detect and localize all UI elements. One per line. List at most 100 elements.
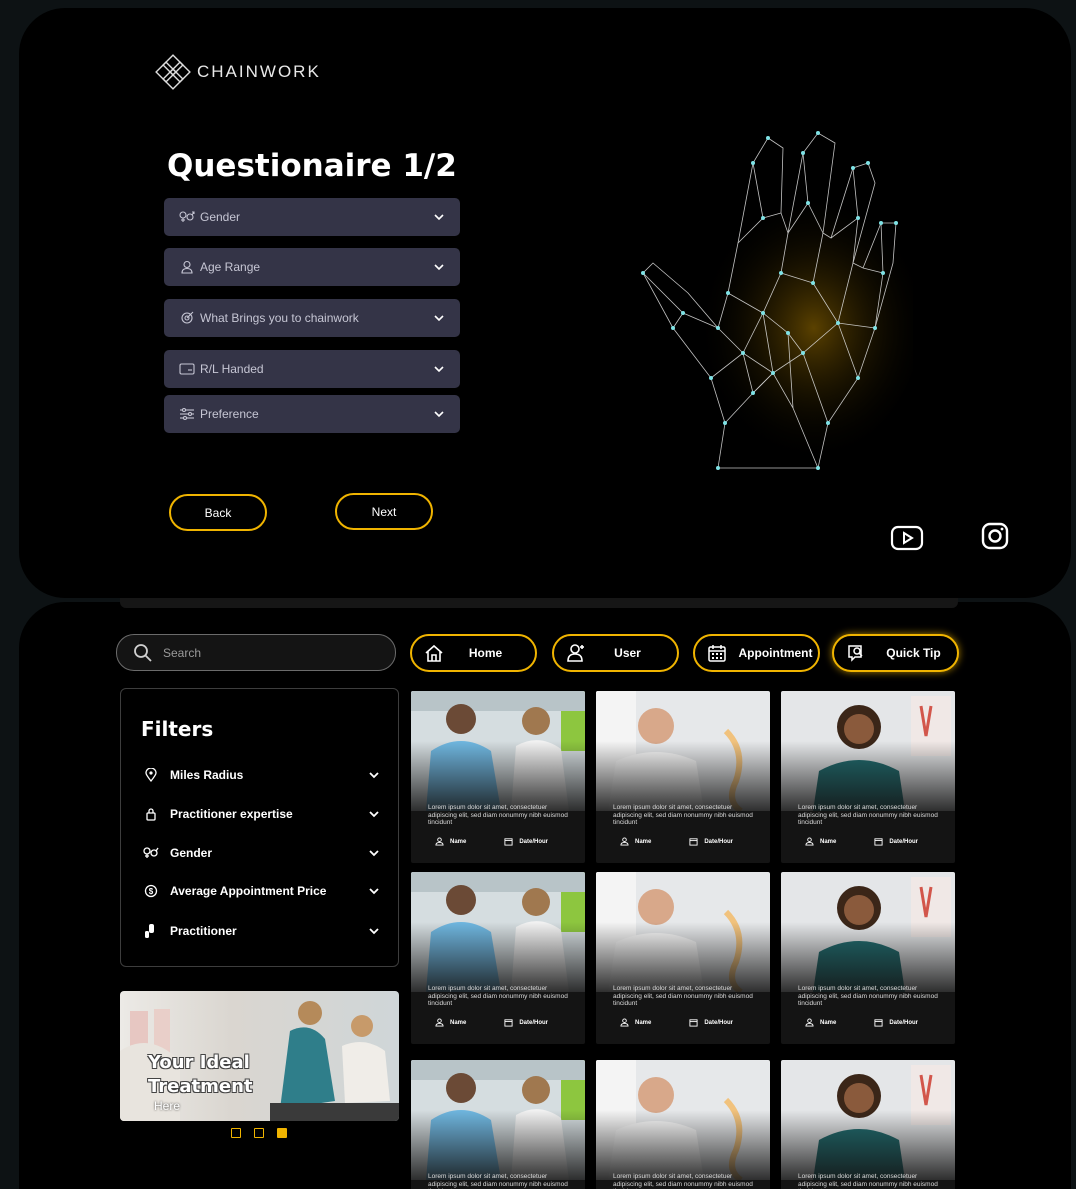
card-name: Name [435,1018,466,1027]
promo-banner[interactable]: Your Ideal Treatment Here [120,991,399,1121]
carousel-dot-active[interactable] [277,1128,287,1138]
filter-miles-radius[interactable]: Miles Radius [141,767,381,783]
sliders-icon [178,405,196,423]
quick-tip-button[interactable]: Quick Tip [832,634,959,672]
gender-select[interactable]: Gender [164,198,460,236]
home-button[interactable]: Home [410,634,537,672]
instagram-icon[interactable] [977,518,1013,554]
filter-label: Practitioner expertise [170,807,293,821]
card-description: Lorem ipsum dolor sit amet, consectetuer… [428,1173,568,1189]
card-meta: Name Date/Hour [435,837,565,846]
carousel-dot[interactable] [254,1128,264,1138]
card-meta: Name Date/Hour [620,837,750,846]
chevron-down-icon [369,772,379,779]
filter-gender[interactable]: Gender [141,845,381,861]
carousel-dot[interactable] [231,1128,241,1138]
user-icon [805,837,814,846]
filters-title: Filters [141,717,214,741]
back-button[interactable]: Back [169,494,267,531]
user-label: User [614,646,641,660]
chainwork-logo-icon [155,54,191,90]
calendar-icon [504,838,513,846]
card-date: Date/Hour [504,837,548,846]
card-description: Lorem ipsum dolor sit amet, consectetuer… [613,985,753,1007]
user-icon [620,837,629,846]
chevron-down-icon [434,315,444,322]
practitioner-card[interactable]: Lorem ipsum dolor sit amet, consectetuer… [411,691,585,863]
practitioner-icon [141,923,161,939]
practitioner-card[interactable]: Lorem ipsum dolor sit amet, consectetuer… [781,1060,955,1189]
card-date: Date/Hour [874,1018,918,1027]
practitioner-card[interactable]: Lorem ipsum dolor sit amet, consectetuer… [596,691,770,863]
gender-icon [141,845,161,861]
card-name-label: Name [820,838,837,845]
user-icon [805,1018,814,1027]
card-name-label: Name [635,1019,652,1026]
card-date-label: Date/Hour [704,1019,734,1026]
user-button[interactable]: User [552,634,679,672]
preference-label: Preference [200,407,259,421]
card-name-label: Name [450,838,467,845]
handedness-select[interactable]: R/L Handed [164,350,460,388]
tip-icon [848,645,863,662]
practitioner-card[interactable]: Lorem ipsum dolor sit amet, consectetuer… [596,1060,770,1189]
card-meta: Name Date/Hour [435,1018,565,1027]
location-icon [141,767,161,783]
home-label: Home [468,646,503,660]
next-button[interactable]: Next [335,493,433,530]
user-icon [620,1018,629,1027]
practitioner-card[interactable]: Lorem ipsum dolor sit amet, consectetuer… [596,872,770,1044]
appointment-button[interactable]: Appointment [693,634,820,672]
lock-icon [141,806,161,822]
chevron-down-icon [434,366,444,373]
card-name: Name [435,837,466,846]
card-description: Lorem ipsum dolor sit amet, consectetuer… [613,804,753,826]
carousel-dots [231,1128,287,1138]
card-description: Lorem ipsum dolor sit amet, consectetuer… [428,804,568,826]
chevron-down-icon [434,264,444,271]
preference-select[interactable]: Preference [164,395,460,433]
card-name: Name [805,837,836,846]
youtube-icon[interactable] [889,520,925,556]
card-date: Date/Hour [504,1018,548,1027]
questionnaire-panel: CHAINWORK Questionaire 1/2 Gender Age Ra… [19,8,1071,598]
user-icon [435,1018,444,1027]
user-icon [178,258,196,276]
card-description: Lorem ipsum dolor sit amet, consectetuer… [798,804,938,826]
filter-average-price[interactable]: $ Average Appointment Price [141,883,381,899]
promo-line-2: Treatment [148,1076,253,1097]
reason-select[interactable]: What Brings you to chainwork [164,299,460,337]
card-date: Date/Hour [689,1018,733,1027]
card-date-label: Date/Hour [889,1019,919,1026]
gender-label: Gender [200,210,241,224]
card-date-label: Date/Hour [889,838,919,845]
calendar-icon [708,645,726,662]
search-input[interactable]: Search [116,634,396,671]
filter-practitioner-expertise[interactable]: Practitioner expertise [141,806,381,822]
hand-illustration [613,123,923,483]
user-icon [435,837,444,846]
age-range-select[interactable]: Age Range [164,248,460,286]
card-name: Name [620,837,651,846]
filter-practitioner[interactable]: Practitioner [141,923,381,939]
chevron-down-icon [369,928,379,935]
reason-label: What Brings you to chainwork [200,311,359,325]
card-name-label: Name [635,838,652,845]
card-date-label: Date/Hour [519,838,549,845]
card-meta: Name Date/Hour [805,1018,935,1027]
card-name-label: Name [820,1019,837,1026]
target-icon [178,309,196,327]
practitioner-card[interactable]: Lorem ipsum dolor sit amet, consectetuer… [411,1060,585,1189]
search-icon [134,643,152,662]
calendar-icon [874,1019,883,1027]
practitioner-card[interactable]: Lorem ipsum dolor sit amet, consectetuer… [781,691,955,863]
practitioner-card[interactable]: Lorem ipsum dolor sit amet, consectetuer… [781,872,955,1044]
practitioner-card[interactable]: Lorem ipsum dolor sit amet, consectetuer… [411,872,585,1044]
filters-panel: Filters Miles Radius Practitioner expert… [120,688,399,967]
gender-icon [178,208,196,226]
card-description: Lorem ipsum dolor sit amet, consectetuer… [613,1173,753,1189]
card-date: Date/Hour [689,837,733,846]
chevron-down-icon [369,888,379,895]
quick-tip-label: Quick Tip [886,646,941,660]
page-title: Questionaire 1/2 [167,148,457,184]
